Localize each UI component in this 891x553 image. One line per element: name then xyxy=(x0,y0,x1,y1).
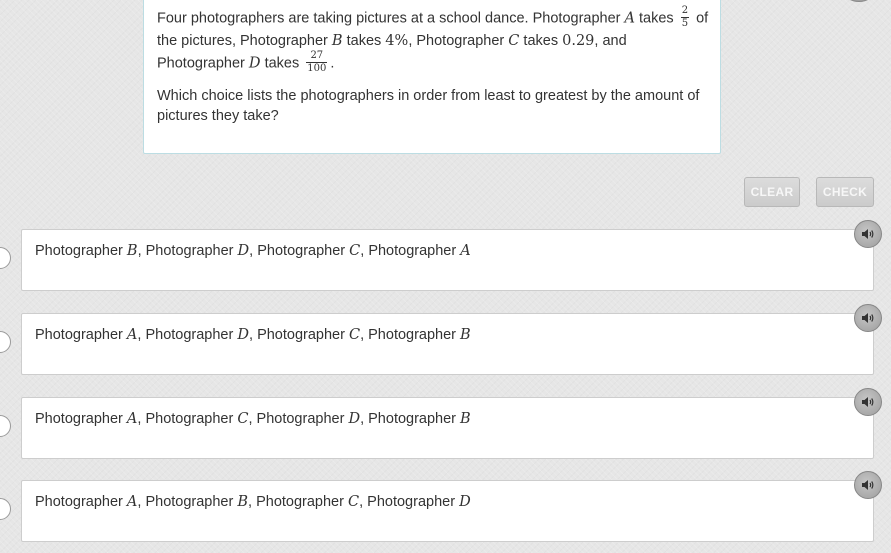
speaker-icon[interactable] xyxy=(854,388,882,416)
choice-separator: , xyxy=(359,494,368,510)
choice-variable: A xyxy=(126,327,138,343)
answer-choice-4[interactable]: Photographer A, Photographer B, Photogra… xyxy=(21,480,874,542)
choice-variable: D xyxy=(459,494,471,510)
question-text-part: takes xyxy=(260,55,304,72)
question-text-part: takes xyxy=(519,33,563,49)
choice-variable: B xyxy=(126,243,138,259)
choice-separator: , xyxy=(248,411,257,427)
choice-variable: A xyxy=(460,243,471,259)
question-text-part: Four photographers are taking pictures a… xyxy=(157,10,625,27)
fraction-d-denominator: 100 xyxy=(307,63,327,74)
choice-text-part: Photographer xyxy=(257,243,350,259)
choice-separator: , xyxy=(248,494,257,510)
variable-b: B xyxy=(331,33,343,49)
radio-button-4[interactable] xyxy=(0,498,11,520)
choice-text-part: Photographer xyxy=(145,243,238,259)
variable-c: C xyxy=(508,33,520,49)
choice-text-part: Photographer xyxy=(368,243,461,259)
answer-choice-label: Photographer A, Photographer D, Photogra… xyxy=(35,325,471,345)
question-text-part: takes xyxy=(342,33,386,49)
choice-text-part: Photographer xyxy=(368,327,461,343)
choice-variable: B xyxy=(460,411,471,427)
value-b: 4% xyxy=(385,33,409,49)
radio-button-2[interactable] xyxy=(0,331,11,353)
choice-variable: D xyxy=(348,411,361,427)
choice-variable: A xyxy=(126,411,138,427)
fraction-a: 25 xyxy=(680,5,690,29)
choice-variable: C xyxy=(348,327,361,343)
answer-choice-label: Photographer A, Photographer C, Photogra… xyxy=(35,409,471,429)
answer-choice-label: Photographer B, Photographer D, Photogra… xyxy=(35,241,471,261)
choice-separator: , xyxy=(360,327,369,343)
choice-text-part: Photographer xyxy=(145,327,238,343)
question-card: Four photographers are taking pictures a… xyxy=(143,0,874,154)
choice-text-part: Photographer xyxy=(35,327,127,343)
variable-a: A xyxy=(624,10,635,27)
question-text-part: takes xyxy=(635,10,678,27)
choice-separator: , xyxy=(249,327,258,343)
fraction-a-denominator: 5 xyxy=(681,18,689,29)
choice-text-part: Photographer xyxy=(145,411,238,427)
choice-variable: C xyxy=(347,494,360,510)
fraction-d: 27 100 xyxy=(306,51,328,74)
fraction-d-numerator: 27 xyxy=(306,51,328,63)
radio-button-1[interactable] xyxy=(0,247,11,269)
choice-text-part: Photographer xyxy=(257,327,349,343)
question-text-part: . xyxy=(330,55,335,72)
choice-variable: B xyxy=(237,494,249,510)
answer-choice-3[interactable]: Photographer A, Photographer C, Photogra… xyxy=(21,397,874,459)
question-text: Four photographers are taking pictures a… xyxy=(157,5,709,126)
choice-text-part: Photographer xyxy=(367,494,460,510)
radio-button-3[interactable] xyxy=(0,415,11,437)
choice-variable: D xyxy=(237,327,249,343)
speaker-icon[interactable] xyxy=(854,304,882,332)
variable-d: D xyxy=(248,55,261,72)
choice-variable: C xyxy=(349,243,361,259)
choice-variable: D xyxy=(237,243,250,259)
check-button[interactable]: CHECK xyxy=(816,177,874,207)
choice-variable: C xyxy=(237,411,249,427)
clear-button[interactable]: CLEAR xyxy=(744,177,800,207)
question-prompt: Which choice lists the photographers in … xyxy=(157,88,700,124)
answer-choice-2[interactable]: Photographer A, Photographer D, Photogra… xyxy=(21,313,874,375)
choice-text-part: Photographer xyxy=(35,411,127,427)
fraction-a-numerator: 2 xyxy=(680,5,690,18)
choice-variable: A xyxy=(126,494,138,510)
question-audio-button[interactable] xyxy=(844,0,874,2)
answer-choice-1[interactable]: Photographer B, Photographer D, Photogra… xyxy=(21,229,874,291)
speaker-icon[interactable] xyxy=(854,220,882,248)
question-text-part: , Photographer xyxy=(408,33,509,49)
choice-text-part: Photographer xyxy=(368,411,461,427)
choice-text-part: Photographer xyxy=(256,411,349,427)
choice-text-part: Photographer xyxy=(256,494,348,510)
answer-choice-label: Photographer A, Photographer B, Photogra… xyxy=(35,492,471,512)
choice-text-part: Photographer xyxy=(145,494,238,510)
choice-variable: B xyxy=(460,327,471,343)
choice-separator: , xyxy=(360,411,369,427)
question-paragraph: Four photographers are taking pictures a… xyxy=(157,5,709,75)
value-c: 0.29 xyxy=(562,33,595,49)
choice-text-part: Photographer xyxy=(35,243,127,259)
choice-text-part: Photographer xyxy=(35,494,127,510)
choice-separator: , xyxy=(137,243,146,259)
speaker-icon[interactable] xyxy=(854,471,882,499)
